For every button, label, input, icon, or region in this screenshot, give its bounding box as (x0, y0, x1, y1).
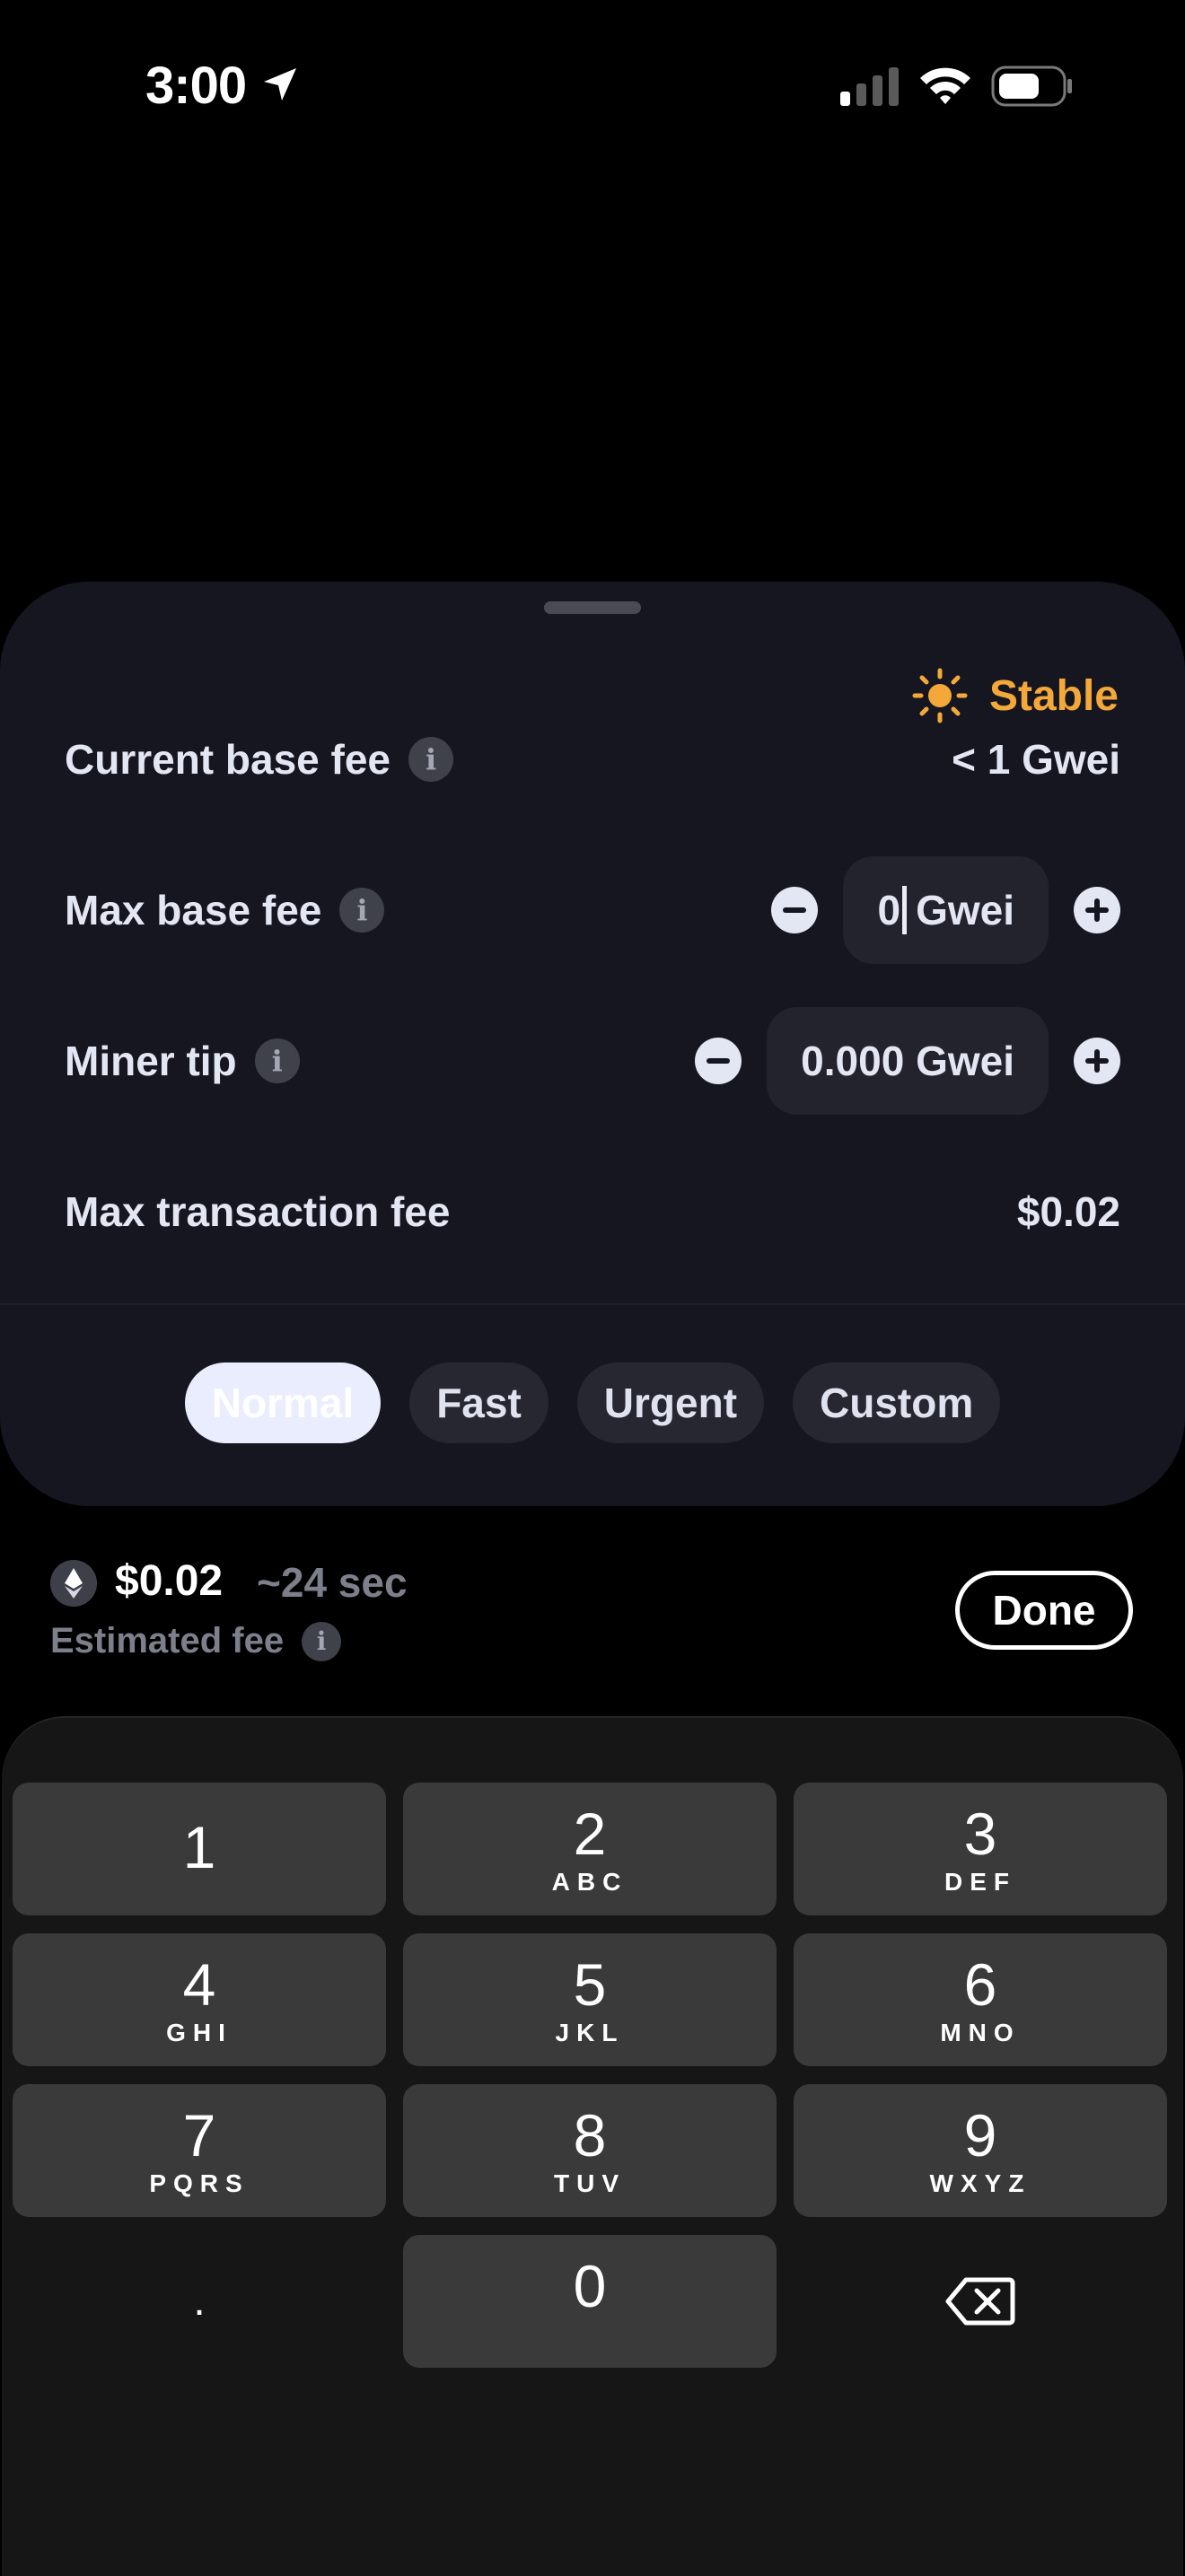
key-number: 2 (573, 1801, 607, 1867)
key-number: 9 (963, 2102, 997, 2169)
estimated-fee-label: Estimated fee (50, 1621, 285, 1660)
max-base-fee-label: Max base fee (65, 887, 322, 933)
max-transaction-fee-value: $0.02 (1016, 1188, 1120, 1235)
gas-fee-sheet: Stable Current base fee i < 1 Gwei Max b… (0, 582, 1185, 1506)
miner-tip-label: Miner tip (65, 1038, 237, 1084)
location-arrow-icon (264, 68, 296, 101)
key-2[interactable]: 2 ABC (403, 1783, 777, 1915)
key-3[interactable]: 3 DEF (794, 1783, 1167, 1915)
max-transaction-fee-label: Max transaction fee (65, 1188, 451, 1235)
key-letters: WXYZ (929, 2169, 1031, 2197)
speed-options: Normal Fast Urgent Custom (0, 1362, 1185, 1443)
estimated-fee-row: Estimated fee i (50, 1621, 342, 1661)
miner-tip-value: 0.000 Gwei (801, 1038, 1014, 1084)
estimated-fee-time: ~24 sec (257, 1559, 408, 1606)
increase-max-base-fee-button[interactable] (1074, 887, 1120, 933)
key-number: . (193, 2277, 206, 2325)
current-base-fee-row: Current base fee i < 1 Gwei (65, 705, 1120, 813)
text-cursor (902, 886, 908, 934)
status-bar: 3:00 (0, 0, 1185, 171)
status-time: 3:00 (145, 57, 247, 115)
key-4[interactable]: 4 GHI (13, 1933, 386, 2066)
wifi-icon (920, 67, 970, 104)
key-number: 8 (573, 2102, 607, 2169)
key-letters: DEF (944, 1868, 1016, 1896)
done-button[interactable]: Done (955, 1571, 1133, 1650)
max-transaction-fee-row: Max transaction fee $0.02 (65, 1158, 1120, 1266)
key-number: 0 (573, 2253, 607, 2319)
key-8[interactable]: 8 TUV (403, 2084, 777, 2217)
current-base-fee-label: Current base fee (65, 736, 391, 783)
speed-option-normal[interactable]: Normal (184, 1362, 382, 1443)
max-base-fee-unit: Gwei (916, 887, 1014, 933)
info-icon[interactable]: i (302, 1621, 342, 1661)
key-number: 7 (182, 2102, 216, 2169)
miner-tip-input[interactable]: 0.000 Gwei (767, 1007, 1049, 1115)
key-letters: MNO (940, 2019, 1021, 2046)
key-letters: PQRS (149, 2169, 250, 2197)
key-letters: JKL (555, 2019, 625, 2046)
key-letters: TUV (554, 2169, 626, 2197)
estimated-fee-amount: $0.02 (115, 1557, 224, 1605)
key-number: 6 (963, 1951, 997, 2018)
speed-option-custom[interactable]: Custom (793, 1362, 1001, 1443)
key-5[interactable]: 5 JKL (403, 1933, 777, 2066)
key-number: 3 (963, 1801, 997, 1867)
speed-option-urgent[interactable]: Urgent (576, 1362, 765, 1443)
increase-miner-tip-button[interactable] (1074, 1038, 1120, 1084)
decrease-miner-tip-button[interactable] (695, 1038, 742, 1084)
key-0[interactable]: 0 (403, 2235, 777, 2368)
key-decimal[interactable]: . (13, 2235, 386, 2368)
backspace-icon (945, 2277, 1015, 2326)
decrease-max-base-fee-button[interactable] (771, 887, 819, 933)
info-icon[interactable]: i (408, 737, 454, 782)
key-1[interactable]: 1 (13, 1783, 386, 1915)
info-icon[interactable]: i (254, 1038, 300, 1083)
key-letters: GHI (166, 2019, 233, 2046)
key-number: 1 (182, 1814, 216, 1880)
battery-icon (991, 66, 1072, 107)
max-base-fee-row: Max base fee i 0 Gwei (65, 856, 1120, 964)
key-number: 4 (182, 1951, 216, 2018)
key-number: 5 (573, 1951, 607, 2018)
key-letters: ABC (551, 1868, 628, 1896)
max-base-fee-value: 0 (877, 887, 901, 933)
key-backspace[interactable] (794, 2235, 1167, 2368)
sheet-drag-handle[interactable] (544, 601, 641, 614)
max-base-fee-input[interactable]: 0 Gwei (843, 856, 1049, 964)
info-icon[interactable]: i (339, 888, 385, 933)
key-9[interactable]: 9 WXYZ (794, 2084, 1167, 2217)
cellular-signal-icon (840, 67, 899, 106)
ethereum-icon (50, 1560, 97, 1607)
divider (0, 1303, 1185, 1305)
current-base-fee-value: < 1 Gwei (952, 736, 1120, 783)
key-7[interactable]: 7 PQRS (13, 2084, 386, 2217)
numeric-keyboard: 1 2 ABC 3 DEF 4 GHI 5 JKL 6 MNO 7 PQRS 8… (2, 1716, 1183, 2576)
key-6[interactable]: 6 MNO (794, 1933, 1167, 2066)
speed-option-fast[interactable]: Fast (409, 1362, 549, 1443)
miner-tip-row: Miner tip i 0.000 Gwei (65, 1007, 1120, 1115)
